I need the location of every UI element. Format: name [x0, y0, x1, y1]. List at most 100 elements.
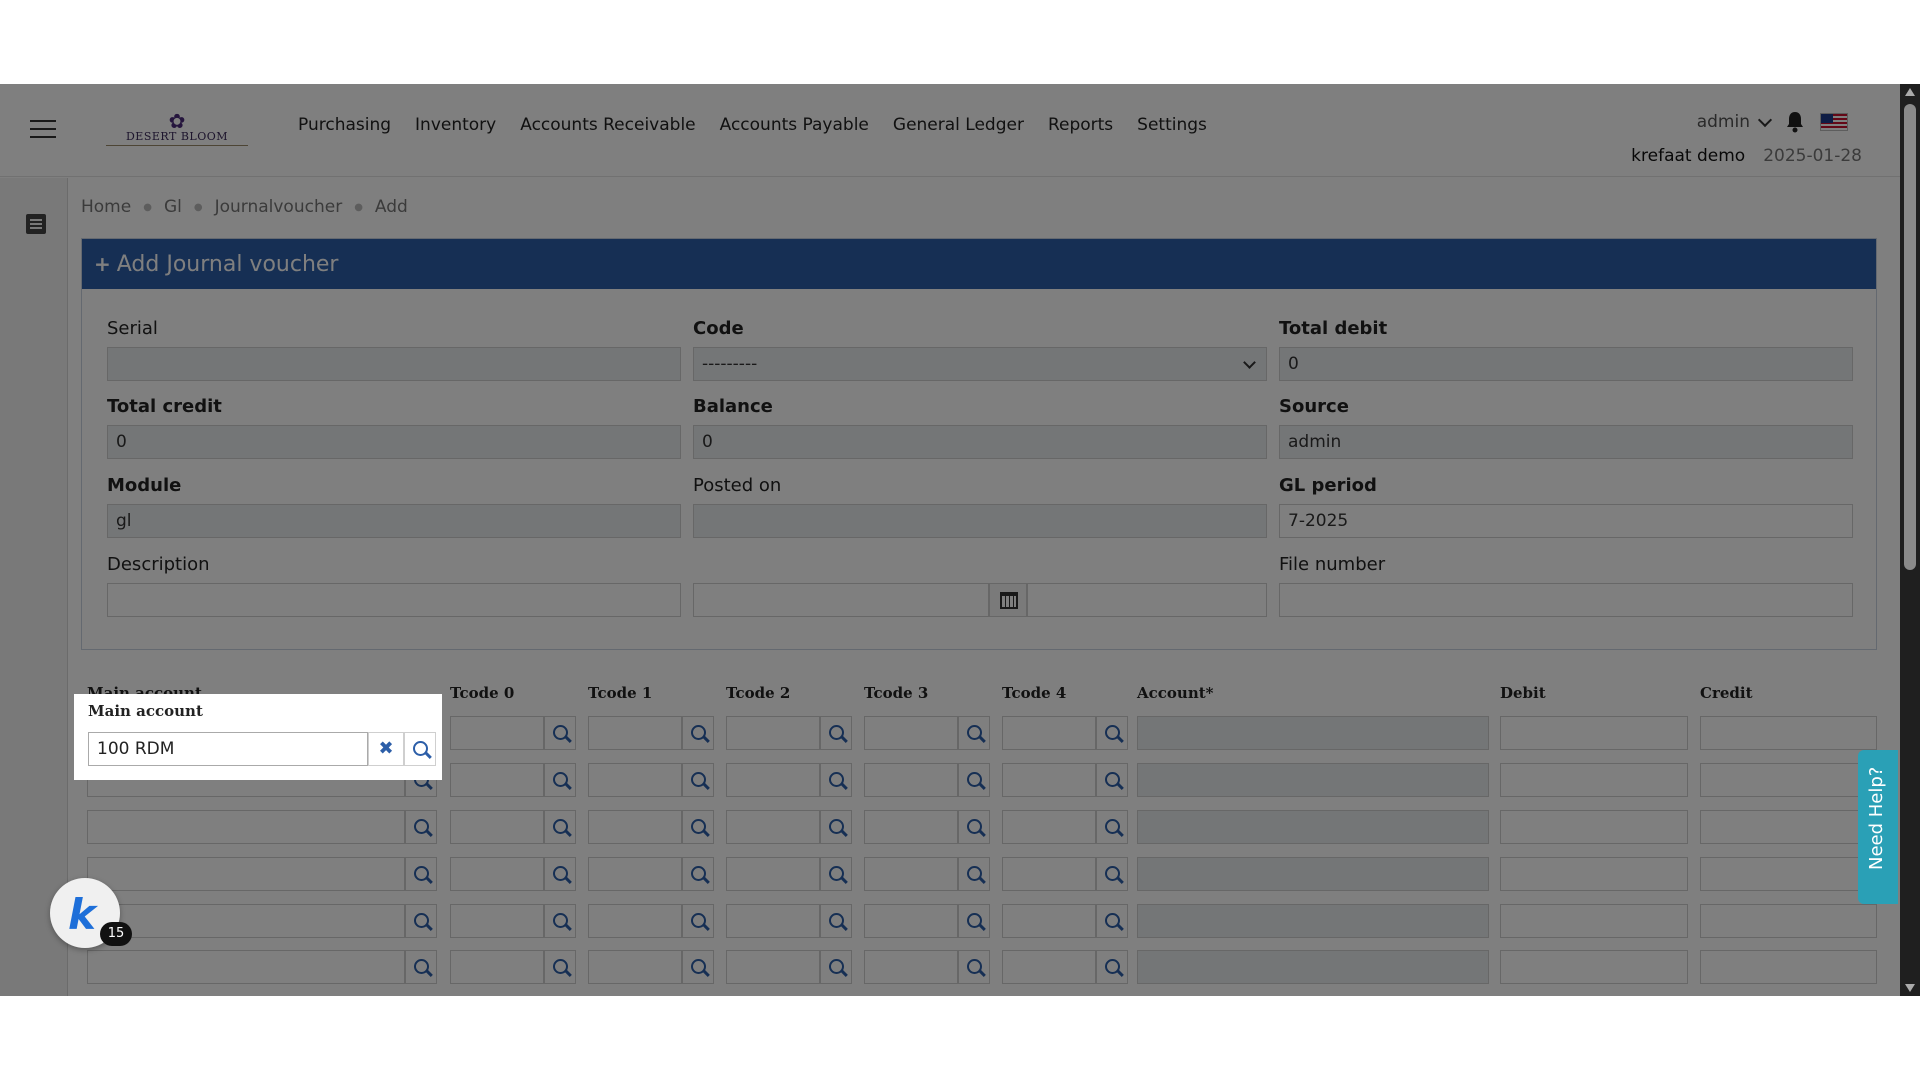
main-account-input[interactable]	[87, 810, 405, 844]
search-icon[interactable]	[682, 950, 714, 984]
total-credit-input[interactable]: 0	[107, 425, 681, 459]
total-debit-input[interactable]: 0	[1279, 347, 1853, 381]
bell-icon[interactable]	[1784, 110, 1806, 134]
debit-input[interactable]	[1500, 810, 1688, 844]
date-input[interactable]	[693, 583, 989, 617]
tcode-input[interactable]	[726, 904, 820, 938]
search-icon[interactable]	[820, 904, 852, 938]
search-icon[interactable]	[1096, 857, 1128, 891]
search-icon[interactable]	[820, 857, 852, 891]
search-icon[interactable]	[958, 763, 990, 797]
clear-icon[interactable]: ✖	[368, 732, 404, 766]
calendar-icon[interactable]	[989, 583, 1027, 617]
search-icon[interactable]	[544, 950, 576, 984]
debit-input[interactable]	[1500, 716, 1688, 750]
search-icon[interactable]	[544, 716, 576, 750]
search-icon[interactable]	[544, 763, 576, 797]
search-icon[interactable]	[820, 810, 852, 844]
account-input[interactable]	[1137, 950, 1489, 984]
tcode-input[interactable]	[726, 950, 820, 984]
tcode-input[interactable]	[588, 763, 682, 797]
tcode-input[interactable]	[864, 810, 958, 844]
search-icon[interactable]	[820, 763, 852, 797]
nav-accounts-payable[interactable]: Accounts Payable	[708, 110, 881, 140]
search-icon[interactable]	[405, 857, 437, 891]
file-number-input[interactable]	[1279, 583, 1853, 617]
tcode-input[interactable]	[450, 716, 544, 750]
debit-input[interactable]	[1500, 763, 1688, 797]
tcode-input[interactable]	[588, 904, 682, 938]
code-select[interactable]: ---------	[693, 347, 1267, 381]
credit-input[interactable]	[1700, 716, 1877, 750]
tcode-input[interactable]	[450, 857, 544, 891]
scroll-up-icon[interactable]	[1905, 88, 1915, 96]
user-dropdown[interactable]: admin	[1697, 112, 1773, 132]
credit-input[interactable]	[1700, 857, 1877, 891]
nav-settings[interactable]: Settings	[1125, 110, 1219, 140]
tcode-input[interactable]	[1002, 716, 1096, 750]
search-icon[interactable]	[958, 857, 990, 891]
gl-period-input[interactable]: 7-2025	[1279, 504, 1853, 538]
description-input[interactable]	[107, 583, 681, 617]
brand-logo[interactable]: ✿ DESERT BLOOM	[106, 111, 248, 148]
search-icon[interactable]	[1096, 716, 1128, 750]
hamburger-menu-icon[interactable]	[30, 120, 56, 138]
tcode-input[interactable]	[450, 950, 544, 984]
search-icon[interactable]	[1096, 950, 1128, 984]
search-icon[interactable]	[682, 716, 714, 750]
tcode-input[interactable]	[450, 763, 544, 797]
account-input[interactable]	[1137, 857, 1489, 891]
tcode-input[interactable]	[864, 763, 958, 797]
account-input[interactable]	[1137, 716, 1489, 750]
scroll-thumb[interactable]	[1904, 104, 1916, 570]
main-account-input[interactable]	[87, 857, 405, 891]
search-icon[interactable]	[405, 810, 437, 844]
tcode-input[interactable]	[588, 857, 682, 891]
posted-on-input[interactable]	[693, 504, 1267, 538]
tcode-input[interactable]	[864, 857, 958, 891]
search-icon[interactable]	[1096, 904, 1128, 938]
search-icon[interactable]	[958, 716, 990, 750]
main-account-input[interactable]	[87, 904, 405, 938]
tcode-input[interactable]	[726, 810, 820, 844]
breadcrumb-gl[interactable]: Gl	[164, 197, 182, 217]
search-icon[interactable]	[404, 732, 436, 766]
search-icon[interactable]	[544, 810, 576, 844]
tcode-input[interactable]	[1002, 763, 1096, 797]
search-icon[interactable]	[820, 716, 852, 750]
credit-input[interactable]	[1700, 950, 1877, 984]
tcode-input[interactable]	[1002, 950, 1096, 984]
assistant-badge[interactable]: k 15	[50, 878, 132, 948]
credit-input[interactable]	[1700, 763, 1877, 797]
search-icon[interactable]	[682, 810, 714, 844]
nav-general-ledger[interactable]: General Ledger	[881, 110, 1036, 140]
tcode-input[interactable]	[726, 716, 820, 750]
nav-purchasing[interactable]: Purchasing	[286, 110, 403, 140]
tcode-input[interactable]	[588, 716, 682, 750]
module-input[interactable]: gl	[107, 504, 681, 538]
search-icon[interactable]	[544, 904, 576, 938]
tcode-input[interactable]	[450, 810, 544, 844]
search-icon[interactable]	[682, 904, 714, 938]
search-icon[interactable]	[1096, 810, 1128, 844]
search-icon[interactable]	[405, 950, 437, 984]
tcode-input[interactable]	[864, 716, 958, 750]
nav-inventory[interactable]: Inventory	[403, 110, 508, 140]
tcode-input[interactable]	[588, 950, 682, 984]
nav-reports[interactable]: Reports	[1036, 110, 1125, 140]
search-icon[interactable]	[958, 810, 990, 844]
search-icon[interactable]	[958, 950, 990, 984]
account-input[interactable]	[1137, 810, 1489, 844]
account-input[interactable]	[1137, 763, 1489, 797]
tcode-input[interactable]	[864, 904, 958, 938]
account-input[interactable]	[1137, 904, 1489, 938]
tcode-input[interactable]	[864, 950, 958, 984]
credit-input[interactable]	[1700, 904, 1877, 938]
search-icon[interactable]	[405, 904, 437, 938]
main-account-input[interactable]	[87, 950, 405, 984]
ledger-book-icon[interactable]	[26, 214, 46, 234]
nav-accounts-receivable[interactable]: Accounts Receivable	[508, 110, 707, 140]
breadcrumb-home[interactable]: Home	[81, 197, 131, 217]
tcode-input[interactable]	[1002, 810, 1096, 844]
tcode-input[interactable]	[726, 763, 820, 797]
